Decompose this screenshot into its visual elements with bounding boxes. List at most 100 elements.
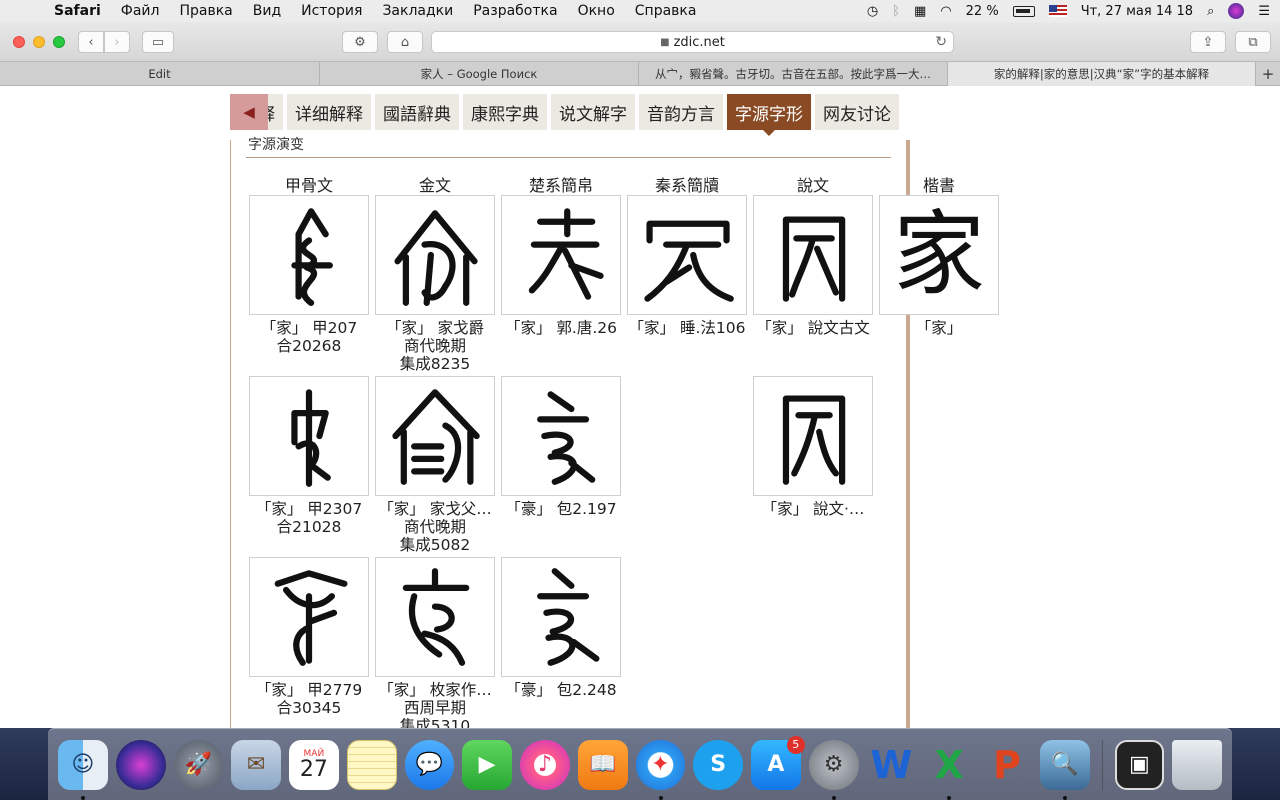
nav-item-phonology[interactable]: 音韵方言 (639, 94, 723, 130)
glyph-image[interactable] (249, 195, 369, 315)
glyph-cell: 「家」 甲2779 合30345 (249, 557, 369, 717)
glyph-image[interactable] (375, 376, 495, 496)
powerpoint-icon[interactable]: P (982, 740, 1032, 790)
launchpad-icon[interactable]: 🚀 (173, 739, 224, 790)
system-preferences-icon[interactable]: ⚙ (808, 739, 859, 800)
menu-history[interactable]: История (291, 3, 372, 19)
nav-item-guoyu[interactable]: 國語辭典 (375, 94, 459, 130)
facetime-icon[interactable]: ▶ (462, 739, 513, 790)
tab-zdic[interactable]: 家的解释|家的意思|汉典“家”字的基本解释 (948, 62, 1256, 86)
glyph-image[interactable] (501, 195, 621, 315)
tab-edit[interactable]: Edit (0, 62, 320, 86)
downloads-stack-icon[interactable]: ▣ (1114, 739, 1165, 790)
safari-dock-icon[interactable]: ✦ (635, 739, 686, 800)
settings-gear-icon[interactable]: ⚙ (342, 31, 378, 53)
glyph-image[interactable] (753, 376, 873, 496)
bluetooth-icon[interactable]: ᛒ (892, 4, 900, 19)
menu-bar: Safari Файл Правка Вид История Закладки … (0, 0, 1280, 22)
notes-icon[interactable] (346, 739, 397, 790)
siri-dock-icon[interactable] (115, 739, 166, 790)
lock-icon: ■ (660, 36, 670, 48)
column-header: 楷書 (922, 176, 955, 195)
wifi-icon[interactable]: ◠ (940, 4, 951, 19)
glyph-image[interactable] (501, 376, 621, 496)
glyph-image[interactable] (375, 195, 495, 315)
column-header: 金文 (418, 176, 451, 195)
nav-item-kangxi[interactable]: 康熙字典 (463, 94, 547, 130)
column-header: 楚系簡帛 (528, 176, 593, 195)
battery-percent[interactable]: 22 % (966, 4, 999, 19)
minimize-window-button[interactable] (33, 36, 45, 48)
ibooks-icon[interactable]: 📖 (577, 739, 628, 790)
dock: ☺ 🚀 ✉ МАЙ 27 💬 ▶ ♪ 📖 ✦ S A5 ⚙ W X P 🔍 ▣ (48, 728, 1232, 800)
glyph-image[interactable] (375, 557, 495, 677)
reload-icon[interactable]: ↻ (935, 34, 947, 50)
messages-icon[interactable]: 💬 (404, 739, 455, 790)
nav-item-discussion[interactable]: 网友讨论 (815, 94, 899, 130)
word-icon[interactable]: W (867, 740, 917, 790)
mail-icon[interactable]: ✉ (231, 739, 281, 790)
menu-develop[interactable]: Разработка (463, 3, 567, 19)
battery-icon[interactable] (1012, 5, 1035, 17)
clock[interactable]: Чт, 27 мая 14 18 (1081, 4, 1193, 19)
spotlight-icon[interactable]: ⌕ (1207, 4, 1214, 19)
address-bar[interactable]: ■ zdic.net ↻ (431, 31, 954, 53)
skype-icon[interactable]: S (693, 739, 744, 790)
time-machine-icon[interactable]: ◷ (867, 4, 878, 19)
new-tab-button[interactable]: + (1256, 62, 1280, 86)
nav-item-detailed[interactable]: 详细解释 (287, 94, 371, 130)
trash-icon[interactable] (1172, 739, 1223, 790)
menu-app-name[interactable]: Safari (52, 3, 111, 19)
glyph-caption: 「豪」 包2.197 (505, 500, 617, 518)
menu-window[interactable]: Окно (568, 3, 625, 19)
itunes-icon[interactable]: ♪ (520, 739, 570, 790)
close-window-button[interactable] (13, 36, 25, 48)
glyph-image[interactable] (249, 557, 369, 677)
glyph-caption: 「家」 說文古文 (756, 319, 870, 337)
home-icon[interactable]: ⌂ (387, 31, 423, 53)
nav-item-shuowen[interactable]: 说文解字 (551, 94, 635, 130)
glyph-caption: 集成5310 (399, 717, 471, 728)
nav-item-etymology[interactable]: 字源字形 (727, 94, 811, 136)
glyph-cell: 「家」 說文古文 (753, 195, 873, 337)
fullscreen-window-button[interactable] (53, 36, 65, 48)
input-source-flag-icon[interactable] (1048, 5, 1067, 17)
glyph-caption: 「家」 家戈父… (378, 500, 492, 518)
section-divider (246, 157, 891, 158)
glyph-caption: 西周早期 (403, 699, 466, 717)
tab-google-search[interactable]: 家人 – Google Поиск (320, 62, 639, 86)
etymology-panel: 字源演变 甲骨文 金文 楚系簡帛 秦系簡牘 說文 楷書 「家」 甲207 合20268 「家」… (230, 137, 999, 728)
tab-overview-icon[interactable]: ⧉ (1235, 31, 1271, 53)
sidebar-toggle-icon[interactable]: ▭ (142, 31, 174, 53)
app-store-icon[interactable]: A5 (751, 735, 805, 790)
preview-icon[interactable]: 🔍 (1039, 739, 1090, 800)
back-button[interactable]: ‹ (78, 31, 104, 53)
safari-toolbar: ‹ › ▭ ⚙ ⌂ ■ zdic.net ↻ ⇪ ⧉ (0, 22, 1280, 62)
glyph-image[interactable] (501, 557, 621, 677)
menu-edit[interactable]: Правка (169, 3, 242, 19)
siri-icon[interactable] (1228, 3, 1245, 19)
dock-separator (1101, 739, 1103, 790)
glyph-image[interactable] (627, 195, 747, 315)
glyph-cell: 「家」 家戈爵 商代晚期 集成8235 (375, 195, 495, 373)
glyph-caption: 商代晚期 (403, 518, 466, 536)
glyph-image[interactable] (249, 376, 369, 496)
menu-help[interactable]: Справка (625, 3, 707, 19)
glyph-image[interactable]: 家 (879, 195, 999, 315)
menu-meter-icon[interactable]: ▦ (914, 4, 926, 19)
glyph-image[interactable] (753, 195, 873, 315)
forward-button[interactable]: › (104, 31, 130, 53)
finder-icon[interactable]: ☺ (58, 739, 108, 800)
glyph-cell: 「豪」 包2.197 (501, 376, 621, 518)
glyph-cell: 家「家」 (879, 195, 999, 337)
menu-view[interactable]: Вид (243, 3, 291, 19)
menu-file[interactable]: Файл (111, 3, 170, 19)
menu-bookmarks[interactable]: Закладки (372, 3, 463, 19)
share-icon[interactable]: ⇪ (1190, 31, 1226, 53)
tab-shuowen-text[interactable]: 从宀，豭省聲。古牙切。古音在五部。按此字爲一大… (639, 62, 948, 86)
nav-scroll-left-icon[interactable]: ◀ (230, 94, 268, 130)
calendar-icon[interactable]: МАЙ 27 (289, 739, 339, 790)
notification-center-icon[interactable]: ☰ (1258, 4, 1270, 19)
glyph-caption: 集成5082 (399, 536, 471, 554)
excel-icon[interactable]: X (924, 740, 974, 800)
